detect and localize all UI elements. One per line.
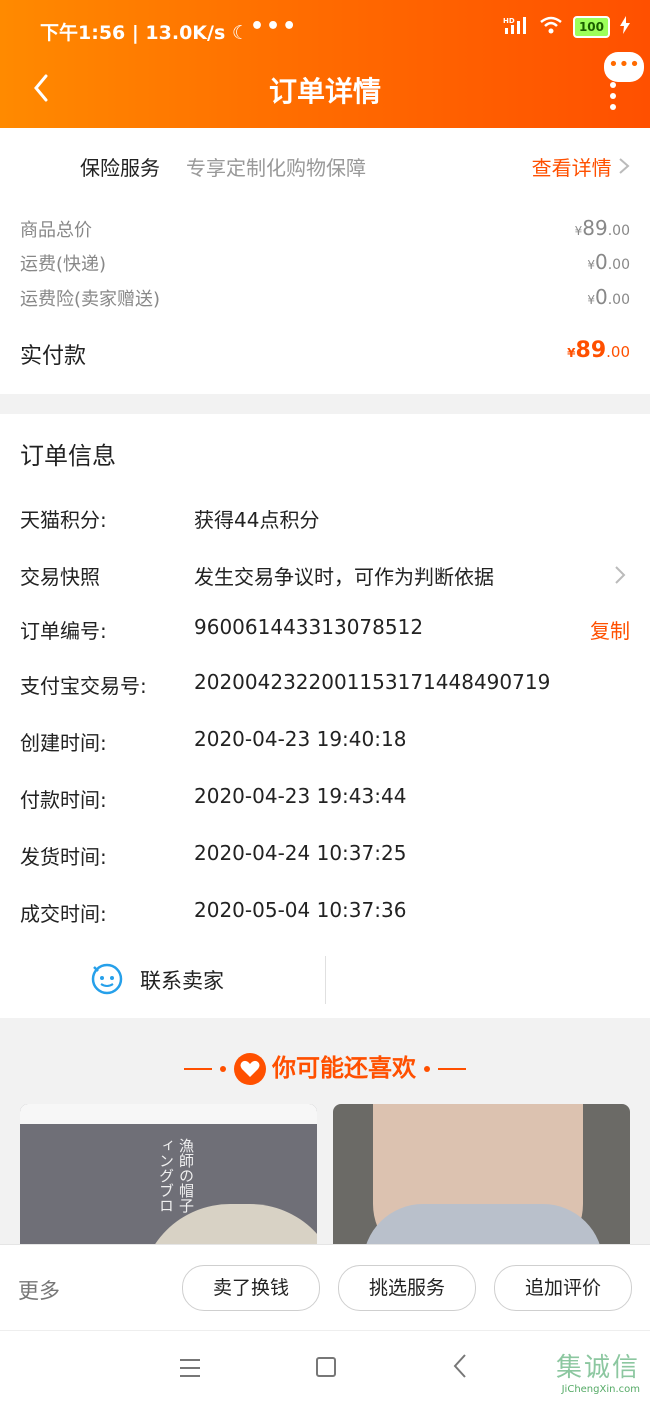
paid-label: 实付款 xyxy=(20,344,87,369)
view-details-label: 查看详情 xyxy=(531,156,612,180)
info-value: 获得44点积分 xyxy=(194,508,320,532)
recommend-header: 你可能还喜欢 xyxy=(0,1048,650,1085)
price-label: 运费险(卖家赠送) xyxy=(20,289,161,310)
order-info-card: 订单信息 天猫积分: 获得44点积分 交易快照 发生交易争议时，可作为判断依据 … xyxy=(0,414,650,1018)
chevron-right-icon xyxy=(614,565,626,590)
info-value: 2020-04-23 19:43:44 xyxy=(194,784,407,808)
price-value: ¥0.00 xyxy=(587,250,630,274)
paid-row: 实付款 ¥89.00 xyxy=(20,338,630,370)
info-label: 付款时间: xyxy=(20,788,107,812)
chevron-right-icon xyxy=(619,158,630,174)
info-label: 创建时间: xyxy=(20,731,107,755)
view-details-link[interactable]: 查看详情 xyxy=(532,152,630,181)
insurance-title: 保险服务 xyxy=(80,156,160,180)
info-label: 交易快照 xyxy=(20,565,100,589)
info-label: 发货时间: xyxy=(20,845,107,869)
select-service-button[interactable]: 挑选服务 xyxy=(338,1265,476,1311)
header: 下午1:56 | 13.0K/s ☾ ••• HD 100 订单详情 ••• xyxy=(0,0,650,128)
info-row-points: 天猫积分: 获得44点积分 xyxy=(20,504,630,534)
info-row-created: 创建时间: 2020-04-23 19:40:18 xyxy=(20,727,630,757)
charging-icon xyxy=(620,16,630,38)
more-button[interactable]: 更多 xyxy=(18,1275,60,1305)
info-value: 2020-04-24 10:37:25 xyxy=(194,841,407,865)
battery-icon: 100 xyxy=(572,16,610,38)
sell-button[interactable]: 卖了换钱 xyxy=(182,1265,320,1311)
info-value: 2020-05-04 10:37:36 xyxy=(194,898,407,922)
info-label: 订单编号: xyxy=(20,619,107,643)
price-value: ¥0.00 xyxy=(587,285,630,309)
insurance-row[interactable]: 保险服务 专享定制化购物保障 查看详情 xyxy=(80,152,630,182)
info-value: 2020-04-23 19:40:18 xyxy=(194,727,407,751)
signal-icon: HD xyxy=(503,16,529,38)
price-row-shipping-insurance: 运费险(卖家赠送) ¥0.00 xyxy=(20,285,630,313)
watermark-text: 集诚信 xyxy=(555,1353,640,1383)
price-label: 商品总价 xyxy=(20,220,92,241)
home-icon[interactable] xyxy=(316,1357,336,1377)
price-row-total: 商品总价 ¥89.00 xyxy=(20,216,630,244)
info-row-order-number: 订单编号: 960061443313078512 复制 xyxy=(20,615,630,645)
info-value: 发生交易争议时，可作为判断依据 xyxy=(194,565,494,589)
contact-seller-label: 联系卖家 xyxy=(140,969,224,993)
info-value: 2020042322001153171448490719 xyxy=(194,670,551,694)
recommend-title: 你可能还喜欢 xyxy=(272,1054,416,1082)
price-label: 运费(快递) xyxy=(20,254,107,275)
order-info-title: 订单信息 xyxy=(20,442,116,470)
info-label: 天猫积分: xyxy=(20,508,107,532)
info-row-shipped: 发货时间: 2020-04-24 10:37:25 xyxy=(20,841,630,871)
info-row-alipay: 支付宝交易号: 2020042322001153171448490719 xyxy=(20,670,630,700)
watermark-url: JiChengXin.com xyxy=(561,1384,640,1395)
status-time: 下午1:56 | 13.0K/s ☾ xyxy=(40,18,249,45)
decor-dot xyxy=(424,1066,431,1072)
moon-icon: ☾ xyxy=(231,22,249,44)
page-title: 订单详情 xyxy=(268,75,381,108)
status-bar: 下午1:56 | 13.0K/s ☾ ••• HD 100 xyxy=(40,14,630,46)
info-value: 960061443313078512 xyxy=(194,615,424,639)
wifi-icon xyxy=(539,16,563,38)
menu-icon[interactable] xyxy=(180,1359,200,1383)
info-label: 支付宝交易号: xyxy=(20,674,147,698)
add-review-button[interactable]: 追加评价 xyxy=(494,1265,632,1311)
chat-face-icon xyxy=(90,961,124,1000)
network-type: HD xyxy=(503,17,515,25)
price-value: ¥89.00 xyxy=(574,216,630,240)
decor-line xyxy=(438,1068,467,1070)
price-card: 保险服务 专享定制化购物保障 查看详情 商品总价 ¥89.00 运费(快递) ¥… xyxy=(0,128,650,394)
status-icons: HD 100 xyxy=(503,16,630,38)
more-options-icon[interactable] xyxy=(610,82,616,115)
info-row-snapshot[interactable]: 交易快照 发生交易争议时，可作为判断依据 xyxy=(20,561,630,591)
status-time-speed: 下午1:56 | 13.0K/s xyxy=(40,22,226,44)
watermark-logo: 集诚信 JiChengXin.com xyxy=(556,1347,640,1395)
nav-back-icon[interactable] xyxy=(452,1353,468,1383)
status-dots: ••• xyxy=(250,14,299,39)
insurance-desc: 专享定制化购物保障 xyxy=(186,156,366,180)
info-label: 成交时间: xyxy=(20,902,107,926)
product-thumbnail[interactable]: 漁師の帽子 サンディングブロ xyxy=(20,1104,317,1264)
decor-dot xyxy=(219,1066,226,1072)
info-row-completed: 成交时间: 2020-05-04 10:37:36 xyxy=(20,898,630,928)
divider xyxy=(325,956,326,1004)
decor-line xyxy=(183,1068,212,1070)
product-thumbnail[interactable] xyxy=(333,1104,630,1264)
price-row-shipping: 运费(快递) ¥0.00 xyxy=(20,250,630,278)
heart-icon xyxy=(234,1053,266,1085)
system-nav-bar: 集诚信 JiChengXin.com xyxy=(0,1330,650,1409)
contact-seller-button[interactable]: 联系卖家 xyxy=(90,960,224,1000)
message-bubble-icon[interactable]: ••• xyxy=(604,52,644,82)
bottom-action-bar: 更多 卖了换钱 挑选服务 追加评价 xyxy=(0,1244,650,1331)
paid-value: ¥89.00 xyxy=(567,338,630,363)
info-row-paid: 付款时间: 2020-04-23 19:43:44 xyxy=(20,784,630,814)
copy-button[interactable]: 复制 xyxy=(590,615,630,644)
